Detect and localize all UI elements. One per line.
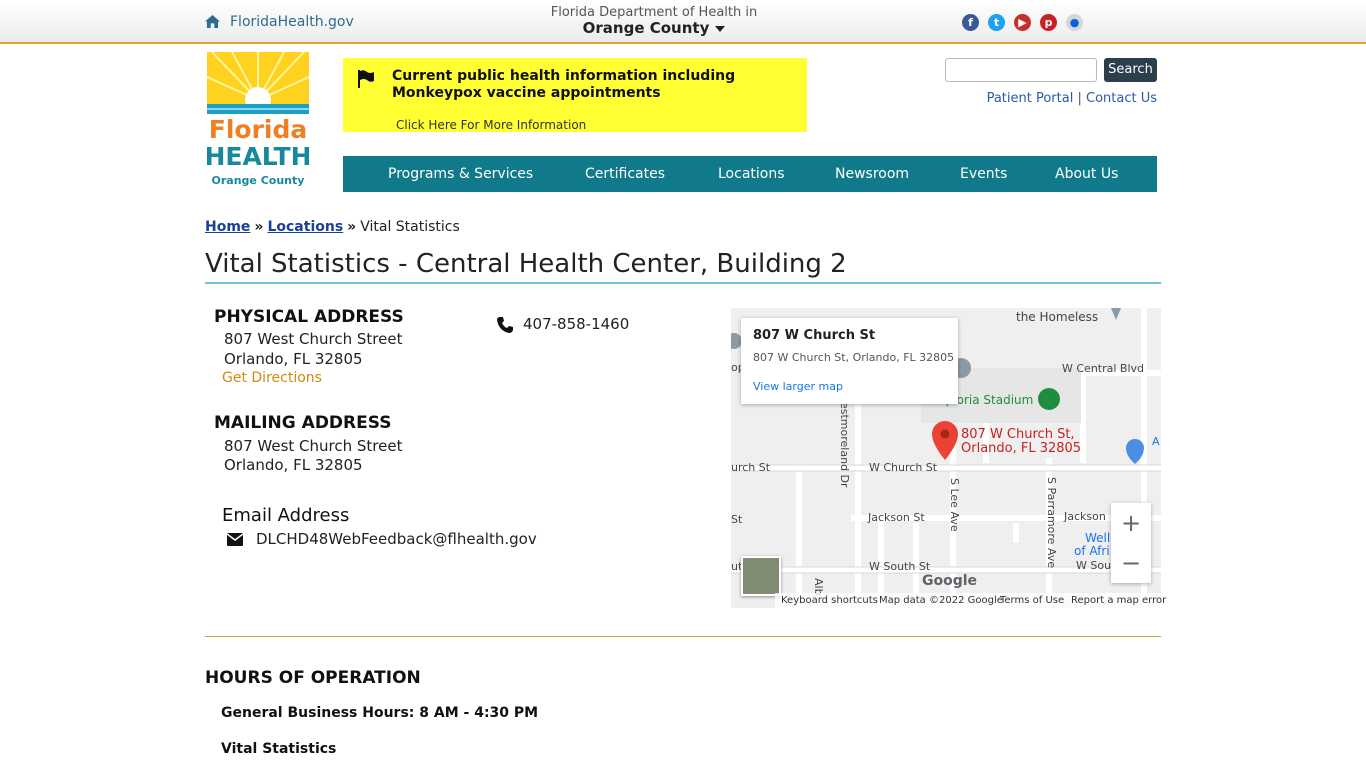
twitter-icon[interactable]: t (988, 14, 1005, 31)
county-label: Orange County (582, 19, 710, 37)
google-logo: Google (922, 573, 978, 589)
facebook-icon[interactable]: f (962, 14, 979, 31)
map-pin-label-2: Orlando, FL 32805 (961, 441, 1082, 456)
utility-links: Patient Portal | Contact Us (960, 91, 1157, 106)
nav-newsroom[interactable]: Newsroom (835, 156, 909, 192)
nav-events[interactable]: Events (960, 156, 1007, 192)
map-label-wells-1: Well (1085, 531, 1111, 545)
physical-address-heading: PHYSICAL ADDRESS (214, 307, 404, 327)
floridahealth-link[interactable]: FloridaHealth.gov (230, 14, 354, 30)
terms-of-use-link[interactable]: Terms of Use (1000, 595, 1064, 606)
nav-programs-services[interactable]: Programs & Services (388, 156, 533, 192)
logo-health: HEALTH (207, 142, 309, 171)
map-label-homeless: the Homeless (1016, 310, 1099, 324)
home-icon[interactable] (205, 15, 220, 28)
zoom-in-button[interactable]: + (1111, 503, 1151, 543)
map-label-westmoreland: estmoreland Dr (838, 402, 851, 488)
breadcrumb-locations[interactable]: Locations (267, 219, 343, 235)
map-label-parramore: S Parramore Ave (1045, 477, 1058, 569)
general-hours: General Business Hours: 8 AM - 4:30 PM (221, 705, 539, 721)
phone-number[interactable]: 407-858-1460 (523, 315, 629, 333)
map-label-jackson: Jackson St (868, 511, 925, 524)
breadcrumb-separator-icon: » (347, 219, 357, 235)
email-heading: Email Address (222, 505, 350, 526)
nav-about-us[interactable]: About Us (1055, 156, 1118, 192)
physical-address-line1: 807 West Church Street (224, 330, 403, 348)
logo-county: Orange County (212, 174, 305, 187)
search-input[interactable] (945, 58, 1097, 82)
hours-heading: HOURS OF OPERATION (205, 668, 421, 688)
satellite-toggle-button[interactable] (741, 556, 781, 596)
map-label-jackson-right: Jackson (1064, 510, 1106, 523)
physical-address-line2: Orlando, FL 32805 (224, 350, 363, 368)
contact-us-link[interactable]: Contact Us (1086, 91, 1157, 106)
county-selector[interactable]: Orange County (540, 19, 768, 37)
mailing-address-heading: MAILING ADDRESS (214, 413, 392, 433)
alert-title[interactable]: Current public health information includ… (392, 68, 802, 102)
map-pin-icon[interactable] (931, 421, 959, 461)
keyboard-shortcuts-link[interactable]: Keyboard shortcuts (781, 595, 878, 606)
report-map-error-link[interactable]: Report a map error (1071, 595, 1166, 606)
breadcrumb-current: Vital Statistics (360, 219, 460, 235)
view-larger-map-link[interactable]: View larger map (753, 380, 843, 393)
caret-down-icon (715, 25, 726, 32)
pinterest-icon[interactable]: p (1040, 14, 1057, 31)
page-title: Vital Statistics - Central Health Center… (205, 249, 847, 279)
map-card-title: 807 W Church St (753, 328, 876, 343)
nav-locations[interactable]: Locations (718, 156, 785, 192)
nav-certificates[interactable]: Certificates (585, 156, 665, 192)
patient-portal-link[interactable]: Patient Portal (987, 91, 1074, 106)
map-label-south: W South St (869, 560, 931, 573)
util-separator: | (1077, 91, 1082, 106)
map-label-st-left: St (731, 513, 743, 526)
search-button[interactable]: Search (1104, 58, 1157, 82)
mailing-address-line1: 807 West Church Street (224, 437, 403, 455)
hours-divider (205, 636, 1161, 637)
map-card-address: 807 W Church St, Orlando, FL 32805 (753, 351, 955, 364)
flag-icon (358, 70, 374, 88)
youtube-icon[interactable]: ▶ (1014, 14, 1031, 31)
main-nav: Programs & Services Certificates Locatio… (343, 156, 1157, 192)
breadcrumb-separator-icon: » (254, 219, 264, 235)
email-address-link[interactable]: DLCHD48WebFeedback@flhealth.gov (256, 530, 537, 548)
map-pin-label-1: 807 W Church St, (961, 427, 1075, 442)
envelope-icon (227, 533, 243, 546)
florida-health-logo[interactable]: Florida HEALTH Orange County (207, 52, 309, 188)
logo-florida: Florida (209, 115, 308, 144)
get-directions-link[interactable]: Get Directions (222, 370, 322, 386)
map-label-central: W Central Blvd (1062, 362, 1145, 375)
zoom-out-button[interactable]: − (1111, 543, 1151, 583)
map-label-church-left: urch St (731, 461, 771, 474)
phone-icon (497, 317, 513, 333)
map-label-lee: S Lee Ave (948, 478, 961, 532)
map-label-wells-2: of Afri (1074, 544, 1110, 558)
dept-line: Florida Department of Health in (550, 5, 758, 20)
breadcrumb: Home» Locations» Vital Statistics (205, 219, 460, 235)
breadcrumb-home[interactable]: Home (205, 219, 250, 235)
flickr-icon[interactable]: ● (1066, 14, 1083, 31)
map-label-a-right: A (1152, 435, 1160, 448)
vital-statistics-hours: Vital Statistics (221, 741, 337, 757)
mailing-address-line2: Orlando, FL 32805 (224, 456, 363, 474)
title-divider (205, 282, 1161, 284)
map-label-church: W Church St (869, 461, 938, 474)
map-data-credit: Map data ©2022 Google (879, 595, 1003, 606)
alert-more-link[interactable]: Click Here For More Information (396, 118, 586, 132)
